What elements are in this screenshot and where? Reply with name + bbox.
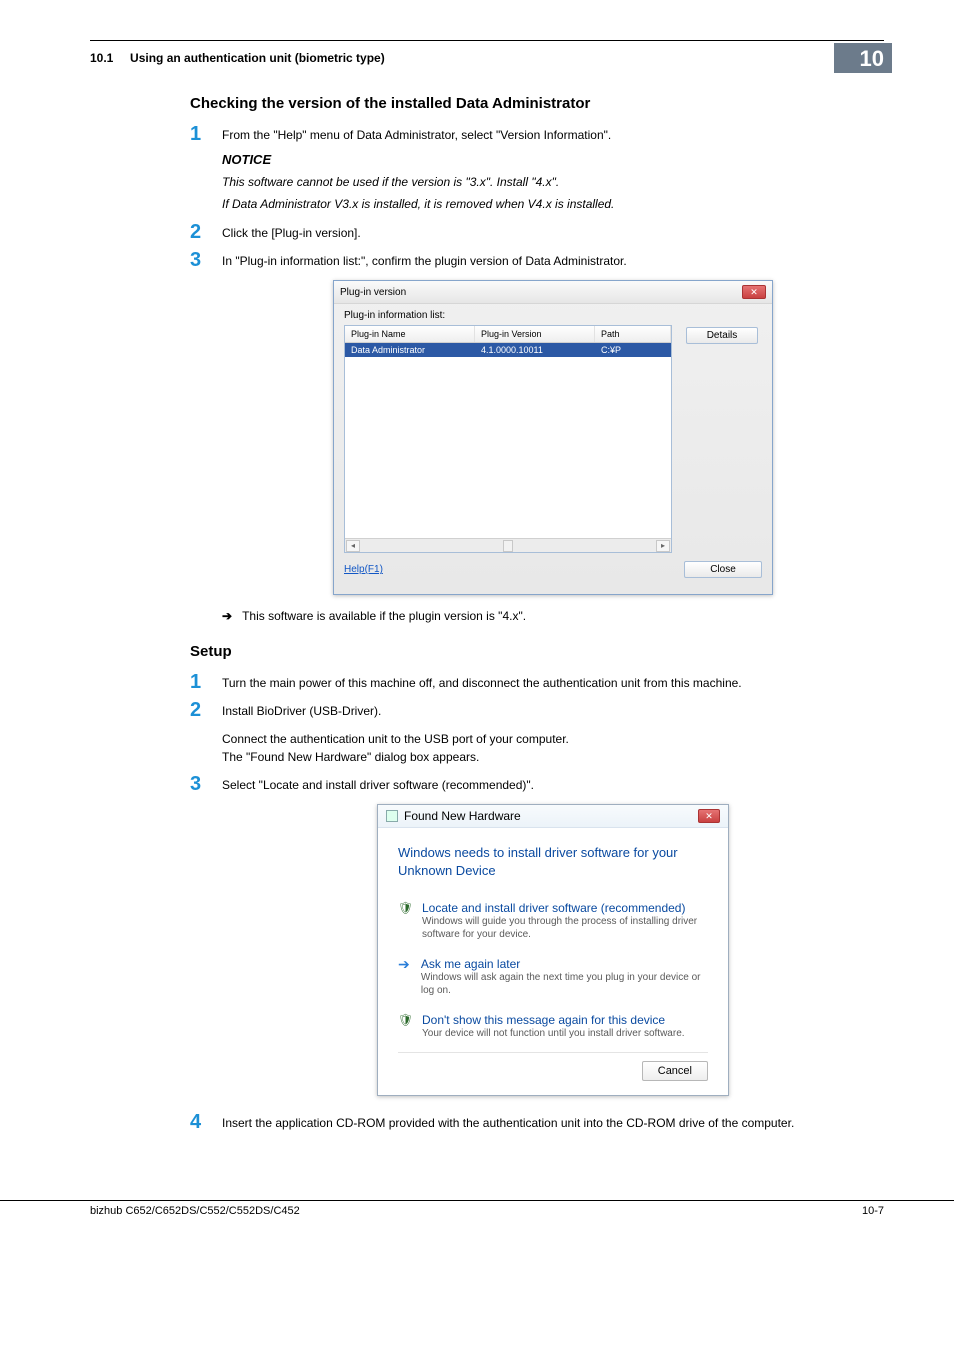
dialog-title: Plug-in version [340,287,406,298]
scroll-right-icon[interactable]: ▸ [656,540,670,552]
chapter-number-box: 10 [834,43,892,73]
option-dont-show[interactable]: 🛡 Don't show this message again for this… [398,1009,708,1044]
section-title-text: Using an authentication unit (biometric … [130,51,385,65]
list-label: Plug-in information list: [344,310,445,321]
cell-version: 4.1.0000.10011 [475,343,595,357]
step-text: From the "Help" menu of Data Administrat… [222,126,884,144]
step-number: 4 [190,1112,222,1132]
option-title: Ask me again later [421,957,708,971]
divider [398,1052,708,1053]
scroll-left-icon[interactable]: ◂ [346,540,360,552]
step-text: Turn the main power of this machine off,… [222,674,884,692]
close-icon[interactable]: ✕ [742,285,766,299]
step-text: Insert the application CD-ROM provided w… [222,1114,884,1132]
hardware-icon [386,810,398,822]
details-button[interactable]: Details [686,327,758,344]
subsection-title-setup: Setup [190,643,884,660]
cell-name: Data Administrator [345,343,475,357]
page-header: 10.1 Using an authentication unit (biome… [90,43,884,73]
notice-label: NOTICE [222,150,884,170]
step-text: In "Plug-in information list:", confirm … [222,252,884,270]
scroll-thumb[interactable] [503,540,513,552]
step-number: 3 [190,250,222,270]
found-new-hardware-dialog: Found New Hardware ✕ Windows needs to in… [377,804,729,1096]
step-number: 2 [190,222,222,242]
horizontal-scrollbar[interactable]: ◂ ▸ [345,538,671,552]
option-description: Windows will guide you through the proce… [422,915,708,941]
notice-line: If Data Administrator V3.x is installed,… [222,194,884,214]
arrow-right-icon: ➔ [398,957,411,971]
page-footer: bizhub C652/C652DS/C552/C552DS/C452 10-7 [0,1200,954,1217]
page-number: 10-7 [862,1205,884,1217]
model-name: bizhub C652/C652DS/C552/C552DS/C452 [90,1205,300,1217]
table-header-row: Plug-in Name Plug-in Version Path [345,326,671,343]
dialog-heading: Windows needs to install driver software… [398,844,708,879]
plugin-version-dialog: Plug-in version ✕ Plug-in information li… [333,280,773,595]
note-text: This software is available if the plugin… [242,609,526,623]
close-button[interactable]: Close [684,561,762,578]
shield-icon: 🛡 [398,1013,412,1027]
col-version: Plug-in Version [475,326,595,342]
dialog-title: Found New Hardware [404,809,521,823]
dialog-titlebar: Found New Hardware ✕ [378,805,728,828]
option-description: Windows will ask again the next time you… [421,971,708,997]
option-description: Your device will not function until you … [422,1027,685,1040]
step-text: Select "Locate and install driver softwa… [222,776,884,794]
step-number: 3 [190,774,222,794]
col-name: Plug-in Name [345,326,475,342]
step-number: 1 [190,672,222,692]
step-text: Install BioDriver (USB-Driver). [222,702,884,720]
arrow-icon: ➔ [222,609,232,623]
col-path: Path [595,326,671,342]
notice-line: This software cannot be used if the vers… [222,172,884,192]
subsection-title-check-version: Checking the version of the installed Da… [190,95,884,112]
close-icon[interactable]: ✕ [698,809,720,823]
option-locate-install[interactable]: 🛡 Locate and install driver software (re… [398,897,708,945]
step-extra-text: Connect the authentication unit to the U… [222,730,884,748]
dialog-titlebar: Plug-in version ✕ [334,281,772,304]
section-number: 10.1 [90,51,113,65]
shield-icon: 🛡 [398,901,412,915]
help-link[interactable]: Help(F1) [344,564,383,575]
plugin-list[interactable]: Plug-in Name Plug-in Version Path Data A… [344,325,672,553]
step-number: 2 [190,700,222,720]
cancel-button[interactable]: Cancel [642,1061,708,1081]
step-text: Click the [Plug-in version]. [222,224,884,242]
option-ask-later[interactable]: ➔ Ask me again later Windows will ask ag… [398,953,708,1001]
option-title: Locate and install driver software (reco… [422,901,708,915]
table-row[interactable]: Data Administrator 4.1.0000.10011 C:¥P [345,343,671,357]
cell-path: C:¥P [595,343,671,357]
step-extra-text: The "Found New Hardware" dialog box appe… [222,748,884,766]
option-title: Don't show this message again for this d… [422,1013,685,1027]
step-number: 1 [190,124,222,144]
